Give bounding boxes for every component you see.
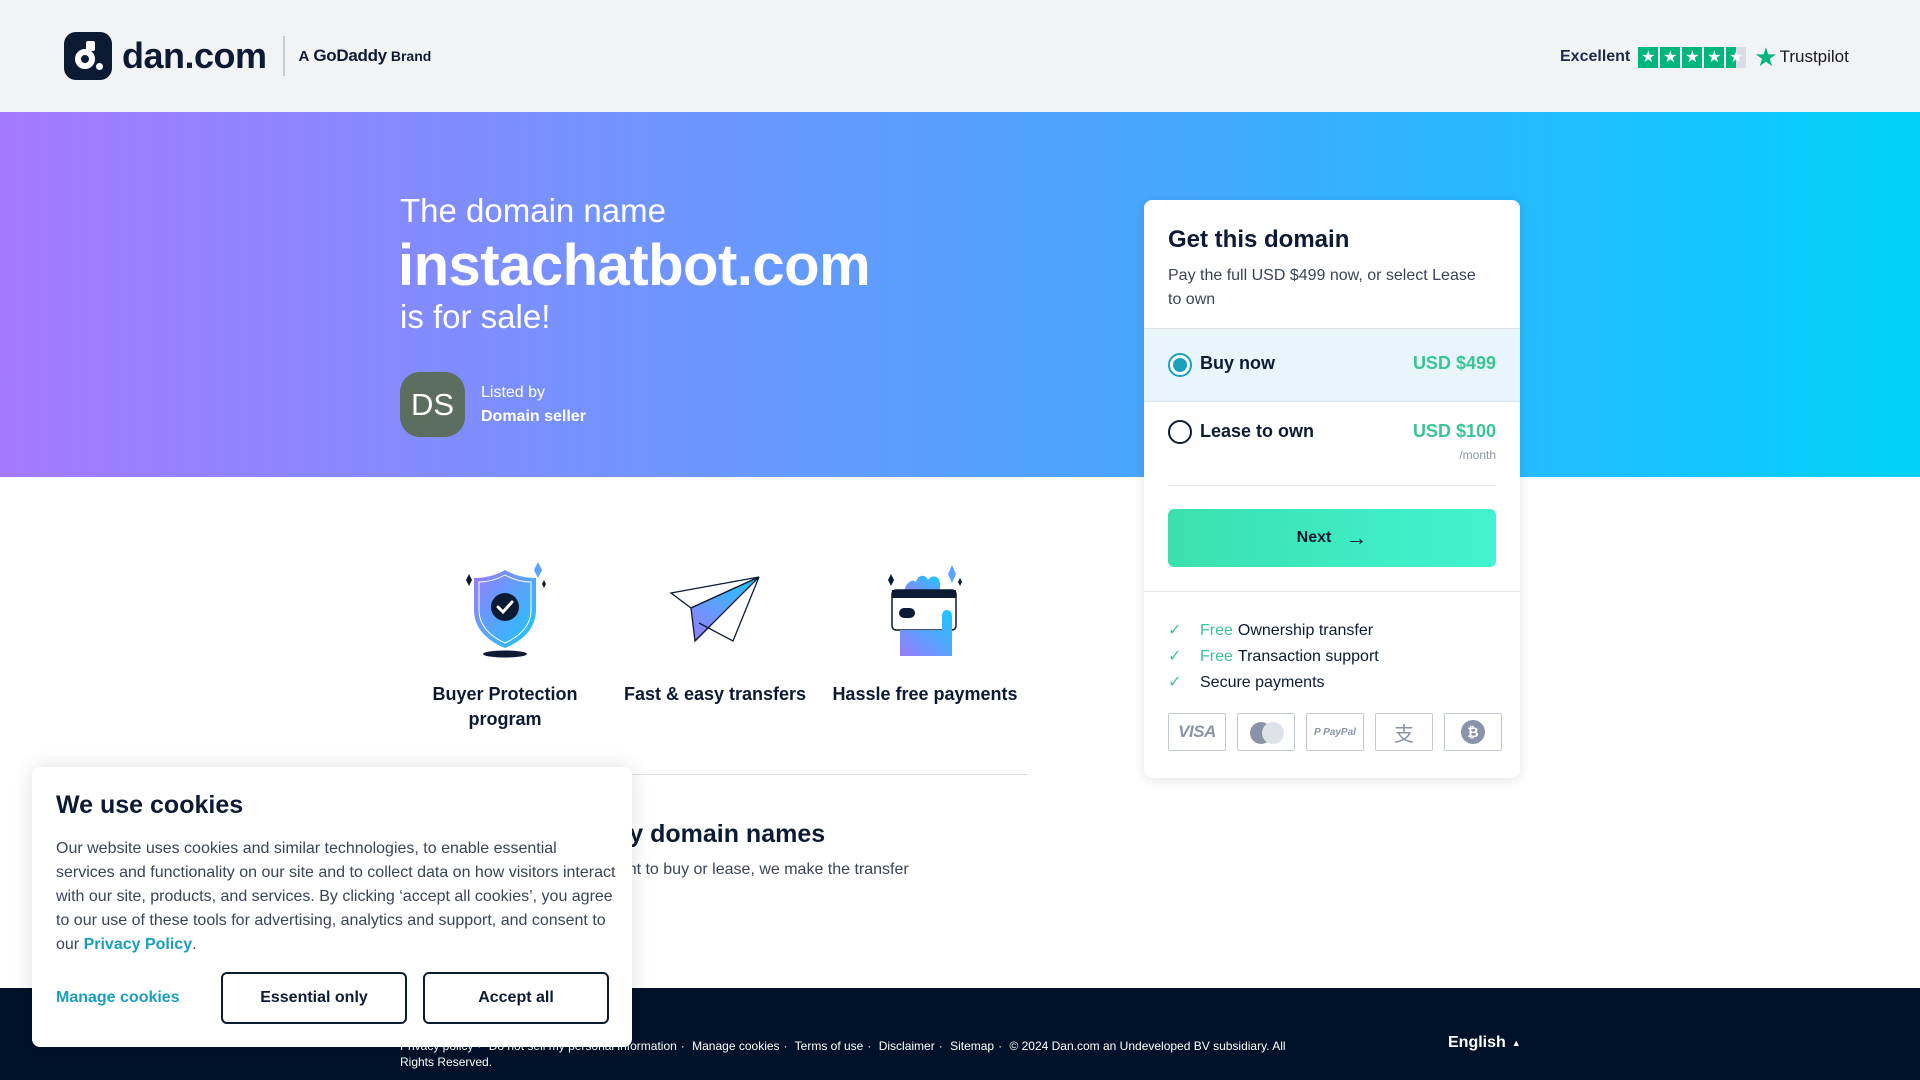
trustpilot-logo: ★ Trustpilot	[1754, 44, 1849, 70]
trustpilot-logo-text: Trustpilot	[1779, 47, 1849, 66]
check-icon: ✓	[1168, 622, 1182, 639]
logo-divider	[282, 36, 285, 76]
option-price: USD $499	[1412, 353, 1496, 373]
perk-item: ✓ Secure payments	[1168, 670, 1379, 696]
manage-cookies-button[interactable]: Manage cookies	[56, 989, 221, 1007]
star-icon: ★	[1638, 46, 1659, 68]
footer-link-manage-cookies[interactable]: Manage cookies	[692, 1039, 779, 1053]
card-divider	[1144, 591, 1520, 592]
hero-sale-text: is for sale!	[400, 298, 551, 335]
perk-text: Secure payments	[1200, 674, 1325, 691]
features-row: Buyer Protection program Fast & easy tra…	[400, 560, 1030, 732]
perk-highlight: Free	[1200, 622, 1233, 639]
listed-by-label: Listed by	[481, 383, 546, 401]
cookie-actions: Manage cookies Essential only Accept all	[56, 972, 609, 1024]
feature-label: Fast & easy transfers	[623, 684, 807, 704]
visa-icon: VISA	[1168, 713, 1226, 751]
site-header: dan.com A GoDaddy Brand Excellent ★ ★ ★ …	[0, 0, 1920, 112]
brand-suffix: Brand	[390, 48, 432, 64]
seller-avatar: DS	[400, 372, 465, 437]
payment-methods: VISA P PayPal 支 ₿	[1168, 713, 1502, 751]
radio-unselected-icon[interactable]	[1168, 420, 1192, 444]
option-price: USD $100	[1412, 421, 1496, 441]
dan-logo[interactable]: dan.com A GoDaddy Brand	[64, 32, 431, 80]
perk-text: Transaction support	[1237, 648, 1379, 665]
feature-label: Hassle free payments	[832, 684, 1018, 704]
star-icon: ★	[1704, 46, 1725, 68]
language-label: English	[1448, 1034, 1506, 1051]
shield-check-icon	[400, 560, 610, 660]
cookie-title: We use cookies	[56, 791, 244, 819]
footer-link-sitemap[interactable]: Sitemap	[950, 1039, 994, 1053]
feature-label: Buyer Protection program	[432, 684, 578, 729]
brand-name: GoDaddy	[313, 46, 387, 65]
radio-selected-icon[interactable]	[1168, 353, 1192, 377]
perk-item: ✓ Free Ownership transfer	[1168, 618, 1379, 644]
footer-link-disclaimer[interactable]: Disclaimer	[879, 1039, 935, 1053]
dan-logo-icon	[64, 32, 112, 80]
trustpilot-stars: ★ ★ ★ ★ ★	[1638, 46, 1747, 68]
next-label: Next	[1296, 529, 1332, 546]
next-button[interactable]: Next →	[1168, 509, 1496, 567]
perk-text: Ownership transfer	[1237, 622, 1374, 639]
seller-info: DS Listed by Domain seller	[400, 372, 586, 437]
option-divider	[1168, 485, 1496, 486]
purchase-card: Get this domain Pay the full USD $499 no…	[1144, 200, 1520, 778]
feature-hassle-free-payments: Hassle free payments	[820, 560, 1030, 732]
bitcoin-icon: ₿	[1444, 713, 1502, 751]
trustpilot-widget[interactable]: Excellent ★ ★ ★ ★ ★ ★ Trustpilot	[1560, 44, 1849, 70]
accept-all-button[interactable]: Accept all	[423, 972, 609, 1024]
star-icon: ★	[1660, 46, 1681, 68]
paper-plane-icon	[610, 560, 820, 660]
logo-text: dan.com	[122, 35, 267, 76]
card-subtitle: Pay the full USD $499 now, or select Lea…	[1168, 267, 1476, 308]
half-star-icon: ★	[1726, 46, 1747, 68]
check-icon: ✓	[1168, 648, 1182, 665]
alipay-icon: 支	[1375, 713, 1433, 751]
option-lease-to-own[interactable]: Lease to own USD $100 /month	[1144, 401, 1520, 485]
card-title: Get this domain	[1168, 226, 1350, 253]
mastercard-icon	[1237, 713, 1295, 751]
privacy-policy-link[interactable]: Privacy Policy	[84, 936, 193, 953]
arrow-right-icon: →	[1345, 525, 1368, 550]
domain-name: instachatbot.com	[398, 233, 871, 298]
card-payment-icon	[820, 560, 1030, 660]
caret-up-icon: ▲	[1511, 1038, 1521, 1048]
essential-only-button[interactable]: Essential only	[221, 972, 407, 1024]
godaddy-brand: A GoDaddy Brand	[299, 46, 432, 66]
cookie-text: Our website uses cookies and similar tec…	[56, 837, 616, 957]
cookie-banner: We use cookies Our website uses cookies …	[32, 767, 632, 1047]
option-period: /month	[1459, 448, 1496, 462]
option-label: Buy now	[1200, 353, 1275, 373]
option-buy-now[interactable]: Buy now USD $499	[1144, 328, 1520, 401]
brand-prefix: A	[298, 48, 310, 65]
check-icon: ✓	[1168, 674, 1182, 691]
cookie-text-end: .	[192, 936, 197, 953]
perk-item: ✓ Free Transaction support	[1168, 644, 1379, 670]
trustpilot-rating-label: Excellent	[1560, 48, 1631, 65]
star-icon: ★	[1682, 46, 1703, 68]
trustpilot-star-icon: ★	[1754, 42, 1778, 72]
seller-name: Domain seller	[481, 407, 586, 425]
perks-list: ✓ Free Ownership transfer ✓ Free Transac…	[1168, 618, 1379, 696]
option-label: Lease to own	[1200, 421, 1315, 441]
feature-fast-transfers: Fast & easy transfers	[610, 560, 820, 732]
hero-intro: The domain name	[400, 192, 666, 229]
feature-buyer-protection: Buyer Protection program	[400, 560, 610, 732]
language-selector[interactable]: English ▲	[1448, 1034, 1521, 1052]
hero-banner: The domain name instachatbot.com is for …	[0, 112, 1920, 477]
footer-link-terms[interactable]: Terms of use	[795, 1039, 864, 1053]
perk-highlight: Free	[1200, 648, 1233, 665]
paypal-icon: P PayPal	[1306, 713, 1364, 751]
